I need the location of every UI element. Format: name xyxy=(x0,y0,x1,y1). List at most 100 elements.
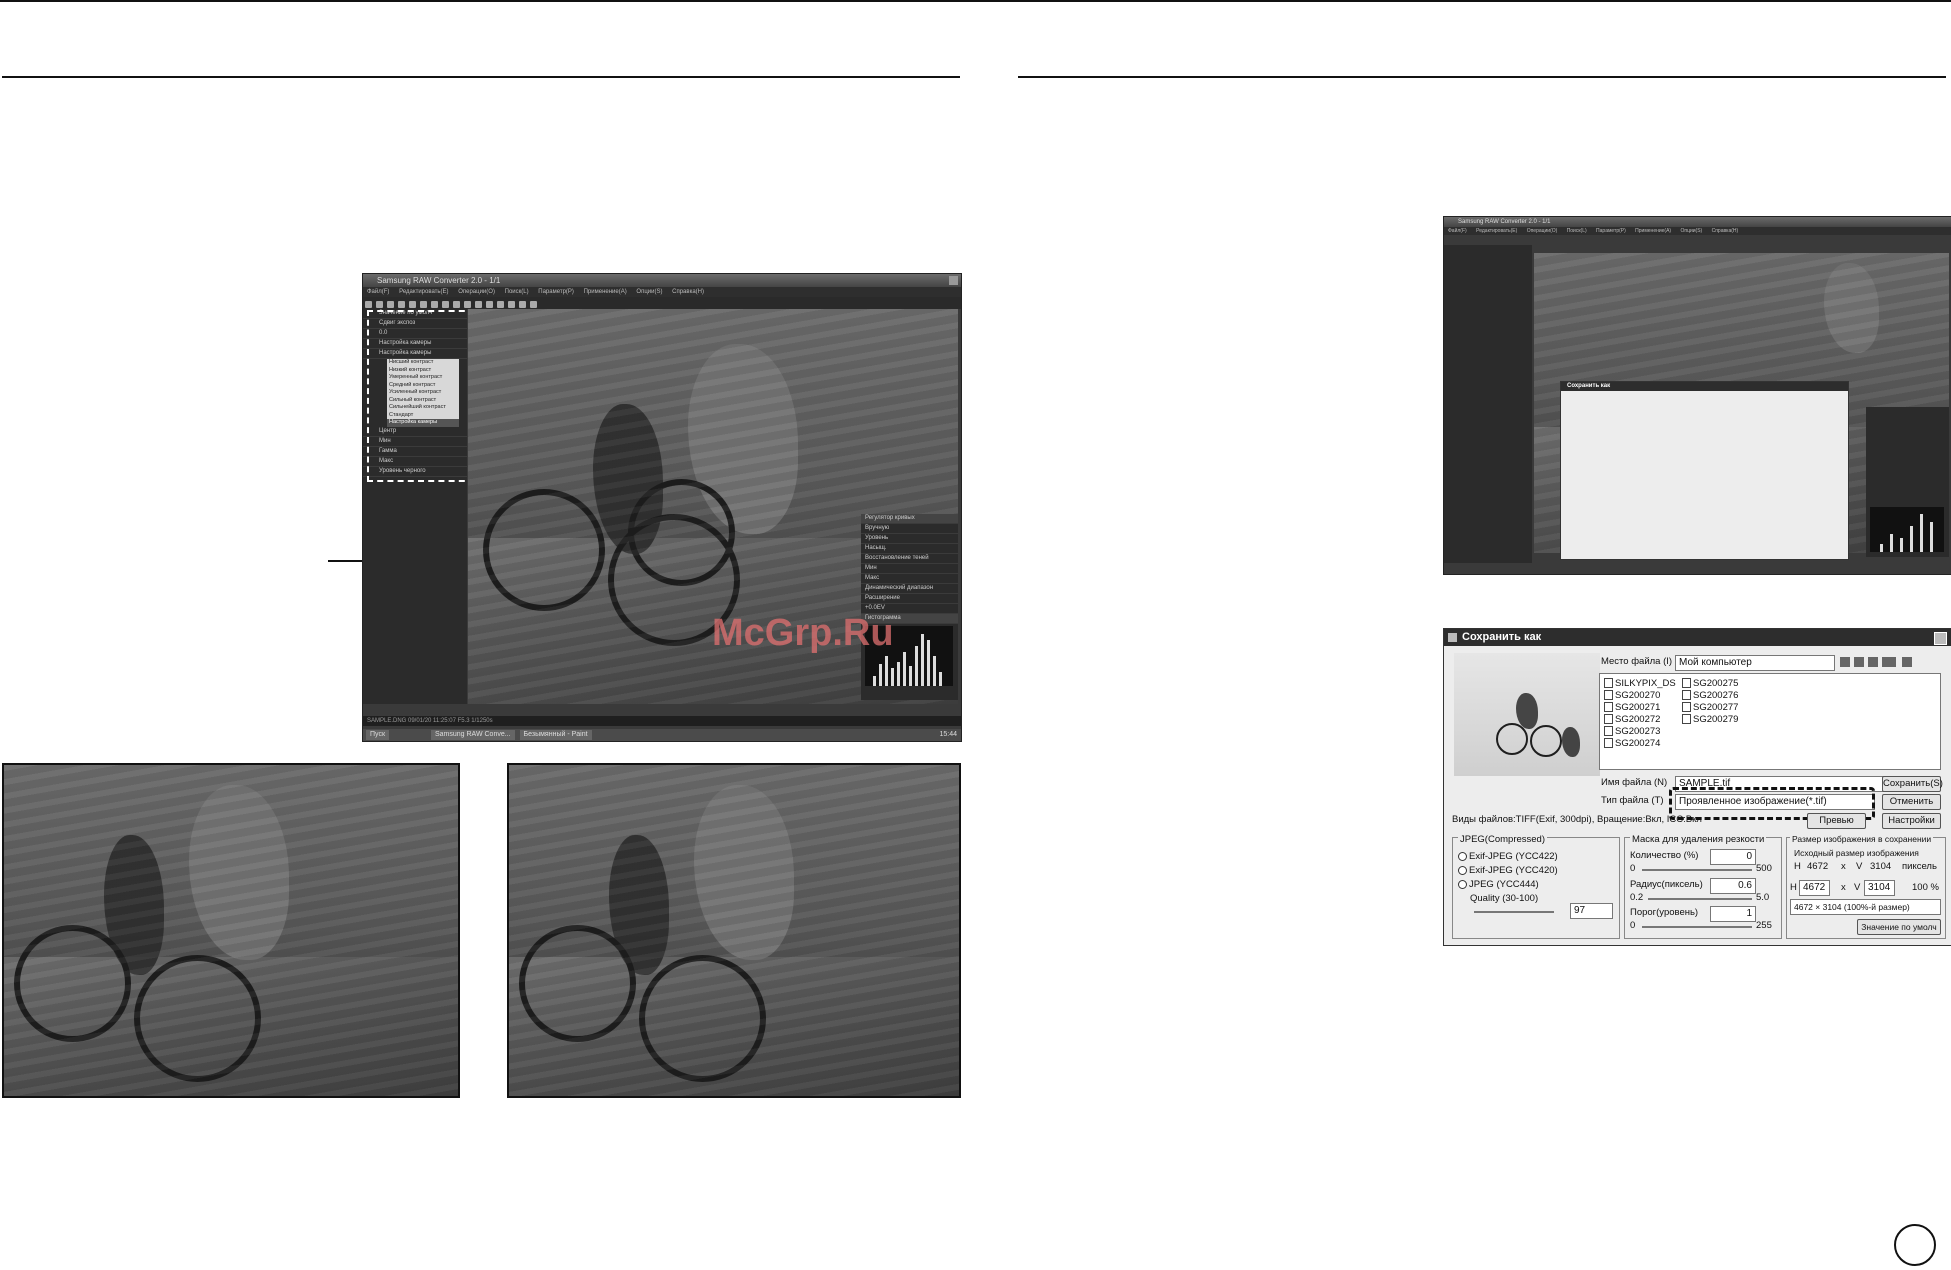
radio-exif-420[interactable]: Exif-JPEG (YCC420) xyxy=(1458,865,1558,876)
eyedropper-icon[interactable] xyxy=(519,301,526,308)
orig-unit: пиксель xyxy=(1902,861,1937,872)
new-x-label: x xyxy=(1841,882,1846,893)
location-select[interactable]: Мой компьютер xyxy=(1675,655,1835,671)
file-item[interactable]: SILKYPIX_DS xyxy=(1604,678,1676,690)
window-title: Samsung RAW Converter 2.0 - 1/1 xyxy=(363,274,961,287)
small-menu-options[interactable]: Опции(S) xyxy=(1681,228,1703,234)
curve-dynamic-range-label: Динамический диапазон xyxy=(861,584,958,594)
file-item[interactable]: SG200277 xyxy=(1682,702,1738,714)
threshold-input[interactable]: 1 xyxy=(1710,906,1756,922)
dialog-title: Сохранить как xyxy=(1444,629,1951,646)
print-icon[interactable] xyxy=(387,301,394,308)
rotate-left-icon[interactable] xyxy=(464,301,471,308)
amount-slider[interactable] xyxy=(1642,869,1752,871)
white-balance-icon[interactable] xyxy=(453,301,460,308)
new-v-label: V xyxy=(1854,882,1861,893)
taskbar-item-raw-converter[interactable]: Samsung RAW Conve... xyxy=(430,730,515,740)
small-menu-operations[interactable]: Операции(O) xyxy=(1527,228,1558,234)
up-folder-icon[interactable] xyxy=(1854,657,1864,667)
curve-mode-select[interactable]: Вручную xyxy=(861,524,958,534)
menu-options[interactable]: Опции(S) xyxy=(636,289,662,295)
copy-icon[interactable] xyxy=(398,301,405,308)
default-value-button[interactable]: Значение по умолч xyxy=(1857,919,1941,935)
file-item[interactable]: SG200270 xyxy=(1604,690,1676,702)
menu-operations[interactable]: Операции(O) xyxy=(458,289,495,295)
radio-icon xyxy=(1458,865,1467,875)
view-menu-icon[interactable] xyxy=(1882,657,1896,667)
size-preset-select[interactable]: 4672 × 3104 (100%-й размер) xyxy=(1790,899,1941,915)
file-item[interactable]: SG200274 xyxy=(1604,738,1676,750)
file-item[interactable]: SG200272 xyxy=(1604,714,1676,726)
rotate-right-icon[interactable] xyxy=(475,301,482,308)
amount-input[interactable]: 0 xyxy=(1710,849,1756,865)
menu-apply[interactable]: Применение(A) xyxy=(584,289,627,295)
details-icon[interactable] xyxy=(1902,657,1912,667)
file-item[interactable]: SG200279 xyxy=(1682,714,1738,726)
radius-slider[interactable] xyxy=(1648,898,1752,900)
menu-help[interactable]: Справка(H) xyxy=(672,289,704,295)
small-save-dialog: Сохранить как xyxy=(1560,381,1849,560)
small-menu-apply[interactable]: Применение(A) xyxy=(1635,228,1671,234)
taskbar-item-paint[interactable]: Безымянный - Paint xyxy=(519,730,592,740)
new-v-input[interactable]: 3104 xyxy=(1864,880,1895,896)
file-item[interactable]: SG200271 xyxy=(1604,702,1676,714)
menu-bar: Файл(F) Редактировать(E) Операции(O) Пои… xyxy=(363,287,961,297)
grid-icon[interactable] xyxy=(442,301,449,308)
radio-jpeg-444[interactable]: JPEG (YCC444) xyxy=(1458,879,1539,890)
new-h-input[interactable]: 4672 xyxy=(1799,880,1830,896)
develop-icon[interactable] xyxy=(530,301,537,308)
open-icon[interactable] xyxy=(365,301,372,308)
menu-parameter[interactable]: Параметр(P) xyxy=(538,289,574,295)
paste-icon[interactable] xyxy=(409,301,416,308)
dialog-icon xyxy=(1448,633,1457,642)
hand-icon[interactable] xyxy=(508,301,515,308)
back-icon[interactable] xyxy=(1840,657,1850,667)
threshold-max: 255 xyxy=(1756,920,1772,931)
sharpen-mask-title: Маска для удаления резкости xyxy=(1630,834,1767,845)
crop-icon[interactable] xyxy=(486,301,493,308)
menu-search[interactable]: Поиск(L) xyxy=(505,289,529,295)
radius-min: 0.2 xyxy=(1630,892,1644,903)
toolbar xyxy=(363,297,961,309)
file-item[interactable]: SG200275 xyxy=(1682,678,1738,690)
redo-icon[interactable] xyxy=(431,301,438,308)
amount-max: 500 xyxy=(1756,863,1772,874)
radius-input[interactable]: 0.6 xyxy=(1710,878,1756,894)
small-menu-search[interactable]: Поиск(L) xyxy=(1567,228,1587,234)
amount-min: 0 xyxy=(1630,863,1636,874)
small-menu-file[interactable]: Файл(F) xyxy=(1448,228,1467,234)
dialog-close-icon[interactable] xyxy=(1934,632,1947,645)
file-item[interactable]: SG200273 xyxy=(1604,726,1676,738)
curve-max-label: Макс xyxy=(861,574,958,584)
percent-value: 100 % xyxy=(1912,882,1939,893)
new-folder-icon[interactable] xyxy=(1868,657,1878,667)
threshold-min: 0 xyxy=(1630,920,1636,931)
radio-exif-422[interactable]: Exif-JPEG (YCC422) xyxy=(1458,851,1558,862)
photo-before xyxy=(2,763,460,1098)
right-section-rule xyxy=(1018,76,1946,78)
orig-h-value: 4672 xyxy=(1807,861,1829,872)
quality-slider[interactable] xyxy=(1474,911,1554,913)
preview-button[interactable]: Превью xyxy=(1807,813,1866,829)
threshold-slider[interactable] xyxy=(1642,926,1752,928)
small-menu-help[interactable]: Справка(H) xyxy=(1712,228,1739,234)
dialog-preview-image xyxy=(1454,653,1600,776)
small-menu-parameter[interactable]: Параметр(P) xyxy=(1596,228,1626,234)
cancel-button[interactable]: Отменить xyxy=(1882,794,1941,810)
left-section-rule xyxy=(2,76,960,78)
file-item[interactable]: SG200276 xyxy=(1682,690,1738,702)
jpeg-group-title: JPEG(Compressed) xyxy=(1458,834,1547,845)
quality-select[interactable]: 97 xyxy=(1570,903,1613,919)
undo-icon[interactable] xyxy=(420,301,427,308)
start-button[interactable]: Пуск xyxy=(366,730,390,740)
settings-button[interactable]: Настройки xyxy=(1882,813,1941,829)
menu-edit[interactable]: Редактировать(E) xyxy=(399,289,448,295)
window-close-icon[interactable] xyxy=(949,276,958,285)
threshold-label: Порог(уровень) xyxy=(1630,907,1699,918)
save-icon[interactable] xyxy=(376,301,383,308)
zoom-icon[interactable] xyxy=(497,301,504,308)
menu-file[interactable]: Файл(F) xyxy=(367,289,389,295)
small-menu-edit[interactable]: Редактировать(E) xyxy=(1476,228,1517,234)
small-curve-panel xyxy=(1866,407,1949,557)
save-button[interactable]: Сохранить(S) xyxy=(1882,776,1943,792)
